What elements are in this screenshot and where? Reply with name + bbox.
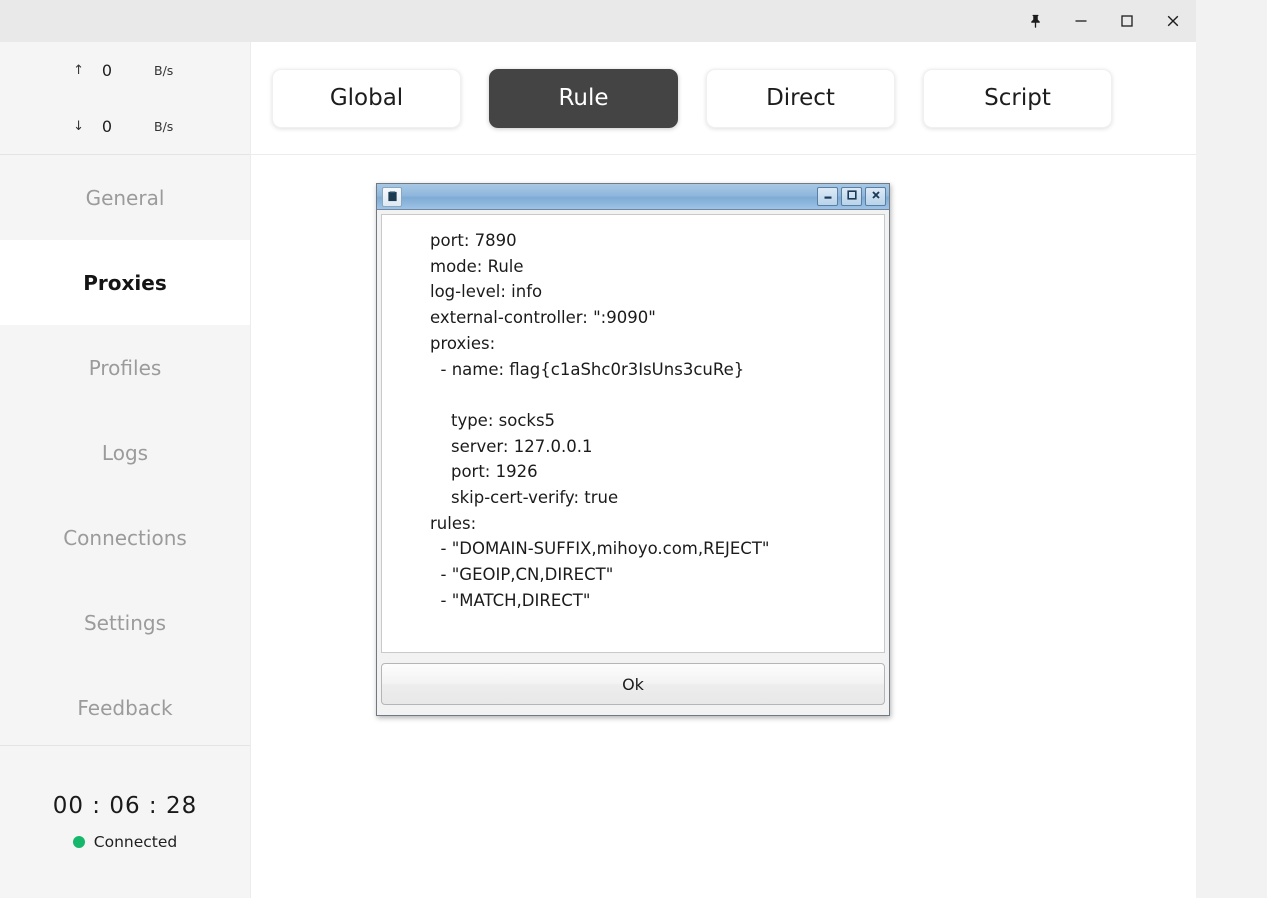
sidebar-item-connections[interactable]: Connections — [0, 495, 250, 580]
upload-arrow-icon: ↑ — [73, 62, 84, 78]
dialog-config-text: port: 7890 mode: Rule log-level: info ex… — [430, 231, 770, 610]
sidebar-item-label: Logs — [101, 440, 149, 465]
close-icon — [1165, 13, 1181, 29]
mode-selector: Global Rule Direct Script — [251, 42, 1196, 155]
window-titlebar — [0, 0, 1196, 42]
sidebar-item-label: Proxies — [83, 270, 167, 295]
sidebar-item-label: Settings — [83, 610, 167, 635]
close-button[interactable] — [1150, 0, 1196, 42]
mode-button-label: Direct — [766, 85, 835, 111]
mode-button-label: Script — [984, 85, 1051, 111]
uptime-timer: 00 : 06 : 28 — [52, 793, 198, 819]
dialog-minimize-icon — [822, 189, 834, 204]
dialog-close-button[interactable] — [865, 187, 886, 206]
sidebar-item-label: Profiles — [88, 355, 162, 380]
traffic-upload-row: ↑ 0 B/s — [0, 42, 250, 98]
sidebar-nav: General Proxies Profiles Logs Connection… — [0, 155, 250, 750]
mode-button-global[interactable]: Global — [272, 68, 461, 128]
maximize-icon — [1119, 13, 1135, 29]
dialog-maximize-icon — [846, 189, 858, 204]
sidebar-item-feedback[interactable]: Feedback — [0, 665, 250, 750]
dialog-titlebar[interactable] — [377, 184, 889, 210]
sidebar-item-label: Connections — [63, 525, 187, 550]
mode-button-script[interactable]: Script — [923, 68, 1112, 128]
sidebar-item-profiles[interactable]: Profiles — [0, 325, 250, 410]
download-speed-unit: B/s — [154, 118, 174, 134]
connection-status: Connected — [72, 833, 178, 851]
dialog-maximize-button[interactable] — [841, 187, 862, 206]
config-dialog: port: 7890 mode: Rule log-level: info ex… — [376, 183, 890, 716]
ok-button[interactable]: Ok — [381, 663, 885, 705]
sidebar-item-logs[interactable]: Logs — [0, 410, 250, 495]
dialog-close-icon — [870, 189, 882, 204]
mode-button-label: Global — [329, 85, 404, 111]
status-dot-icon — [72, 836, 85, 848]
minimize-button[interactable] — [1058, 0, 1104, 42]
mode-button-label: Rule — [558, 85, 609, 111]
dialog-app-icon — [382, 186, 402, 207]
sidebar-item-label: General — [85, 185, 165, 210]
upload-speed-unit: B/s — [154, 62, 174, 78]
connection-status-label: Connected — [93, 833, 178, 851]
traffic-download-row: ↓ 0 B/s — [0, 98, 250, 154]
upload-speed-value: 0 — [101, 60, 113, 80]
dialog-minimize-button[interactable] — [817, 187, 838, 206]
download-speed-value: 0 — [101, 116, 113, 136]
dialog-body: port: 7890 mode: Rule log-level: info ex… — [381, 214, 885, 653]
sidebar-item-general[interactable]: General — [0, 155, 250, 240]
status-panel: 00 : 06 : 28 Connected — [0, 745, 250, 898]
sidebar: ↑ 0 B/s ↓ 0 B/s General Proxies Profiles… — [0, 42, 251, 898]
minimize-icon — [1073, 13, 1089, 29]
mode-button-rule[interactable]: Rule — [489, 68, 678, 128]
download-arrow-icon: ↓ — [73, 118, 84, 134]
sidebar-item-label: Feedback — [77, 695, 173, 720]
traffic-meter: ↑ 0 B/s ↓ 0 B/s — [0, 42, 250, 155]
maximize-button[interactable] — [1104, 0, 1150, 42]
sidebar-item-settings[interactable]: Settings — [0, 580, 250, 665]
dialog-footer: Ok — [377, 653, 889, 715]
pin-button[interactable] — [1012, 0, 1058, 42]
sidebar-item-proxies[interactable]: Proxies — [0, 240, 250, 325]
mode-button-direct[interactable]: Direct — [706, 68, 895, 128]
pin-icon — [1028, 14, 1043, 29]
